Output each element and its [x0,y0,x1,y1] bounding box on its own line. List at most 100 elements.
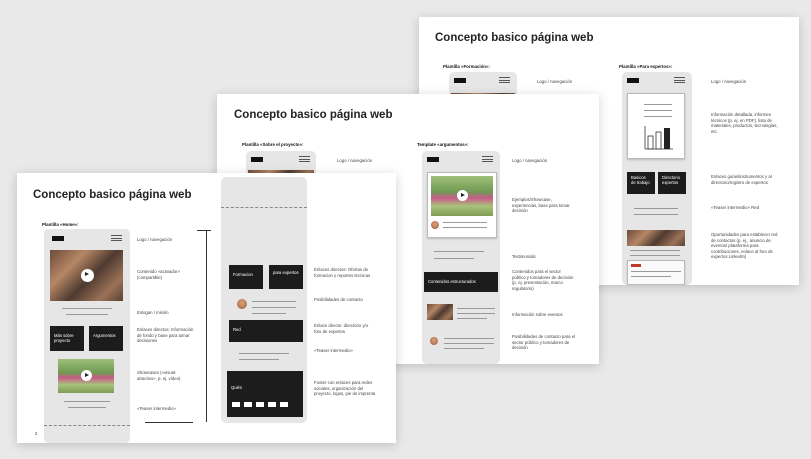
social-icon[interactable] [232,402,240,407]
avatar [237,299,247,309]
basicos-button[interactable]: Basicos de trabajo [627,172,655,194]
text-line [64,401,110,402]
argumentos-button[interactable]: Argumentos [89,326,123,351]
text-line [644,110,672,111]
slide-title: Concepto basico página web [33,189,192,201]
para-expertos-button[interactable]: para expertos [269,265,303,289]
note-showcase: Showcases («visual-atractivo», p. ej. ví… [137,370,181,381]
presentation-stage: Concepto basico página web Plantilla «Fo… [0,0,811,459]
logo [627,78,639,83]
text-line [252,313,286,314]
text-line [630,250,680,251]
template-label-proyecto: Plantilla «Sobre el proyecto»: [242,142,304,147]
note-testimonials: Testimonials [512,254,536,259]
note-ext-teaser: «Teaser intermedio» [314,348,353,353]
text-line [239,359,279,360]
text-line [434,258,474,259]
text-line [634,208,678,209]
template-label-argumentos: Template «argumentos»: [417,142,469,147]
note-teaser: «Teaser intermedio» Red [711,205,760,210]
note-content: Contenidos para el sector público y toma… [512,269,574,291]
menu-icon[interactable] [111,235,122,241]
note-ext-red: Enlace directo: directorio y/o foro de e… [314,323,369,334]
page-number: 2 [35,431,38,436]
text-line [444,348,484,349]
avatar [430,337,438,345]
note-events: Información sobre eventos [512,312,563,317]
red-button[interactable]: Red [229,320,303,342]
play-icon[interactable] [81,269,94,282]
note-slogan: Eslogan / misión [137,310,169,315]
phone-mockup-argumentos: Contenidos estructurados [422,151,500,364]
footer-label: Quién [231,385,243,390]
phone-mockup-home-continued: Formacion para expertos Red Quién [221,177,307,423]
continuation-connector [192,230,207,422]
note-contact: Posibilidades de contacto para el sector… [512,334,576,351]
slide-title: Concepto basico página web [234,109,393,121]
play-icon[interactable] [457,190,468,201]
text-line [634,214,678,215]
contenidos-button[interactable]: Contenidos estructurados [424,272,498,292]
text-line [457,318,487,319]
footer-block: Quién [227,371,303,417]
note-examples: Ejemplos/Showcase, experiencias, base pa… [512,197,570,214]
text-line [443,227,487,228]
showcase-card [427,172,497,238]
text-line [434,251,484,252]
connector-line [145,422,193,423]
hero-video[interactable] [50,250,123,301]
note-logo-expertos: Logo / navegación [711,79,747,84]
social-icon[interactable] [280,402,288,407]
showcase-video[interactable] [58,359,114,393]
text-line [631,271,681,272]
note-logo: Logo / navegación [537,79,573,84]
social-icon[interactable] [268,402,276,407]
template-label-formacion: Plantilla «Formación»: [443,64,490,69]
connector-line [197,230,211,231]
template-label-home: Plantilla «Home»: [42,222,79,227]
play-icon[interactable] [81,370,92,381]
text-line [630,255,680,256]
slide-home: Concepto basico página web Plantilla «Ho… [17,173,396,443]
text-line [457,313,495,314]
note-video: Contenido «activador» (compartible) [137,269,180,280]
menu-icon[interactable] [482,156,493,162]
note-links: Enlaces guías/instrumentos y al director… [711,174,772,185]
text-line [66,314,108,315]
note-links: Enlaces directos: Información de fondo y… [137,327,194,344]
text-line [62,308,112,309]
menu-icon[interactable] [674,77,685,83]
social-icon[interactable] [256,402,264,407]
phone-mockup-home: Más sobre proyecto Argumentos [44,229,130,443]
slide-title: Concepto basico página web [435,32,594,44]
text-line [444,343,494,344]
menu-icon[interactable] [299,156,310,162]
text-line [644,116,672,117]
fold-divider [44,425,130,426]
formacion-button[interactable]: Formacion [229,265,263,289]
logo [52,236,64,241]
note-info: Información detallada, informes técnicos… [711,112,778,134]
note-logo: Logo / navegación [137,237,173,242]
menu-icon[interactable] [499,77,510,83]
text-line [644,104,672,105]
note-ext-footer: Footer con enlaces para redes sociales, … [314,380,376,397]
directorio-button[interactable]: Directorio expertos [658,172,686,194]
text-line [457,308,495,309]
template-label-expertos: Plantilla «Para expertos»: [619,64,673,69]
fold-divider [221,207,307,208]
showcase-image [431,176,493,216]
phone-mockup-expertos: Basicos de trabajo Directorio expertos [622,72,692,285]
text-line [443,222,487,223]
social-icon[interactable] [244,402,252,407]
note-logo: Logo / navegación [337,158,373,163]
text-line [631,276,671,277]
note-ext-contact: Posibilidades de contacto [314,297,363,302]
text-line [239,353,289,354]
text-line [252,301,296,302]
text-line [252,307,296,308]
note-teaser: «Teaser intermedio» [137,406,176,411]
text-line [444,338,494,339]
event-photo [427,304,453,320]
mas-sobre-proyecto-button[interactable]: Más sobre proyecto [50,326,84,351]
